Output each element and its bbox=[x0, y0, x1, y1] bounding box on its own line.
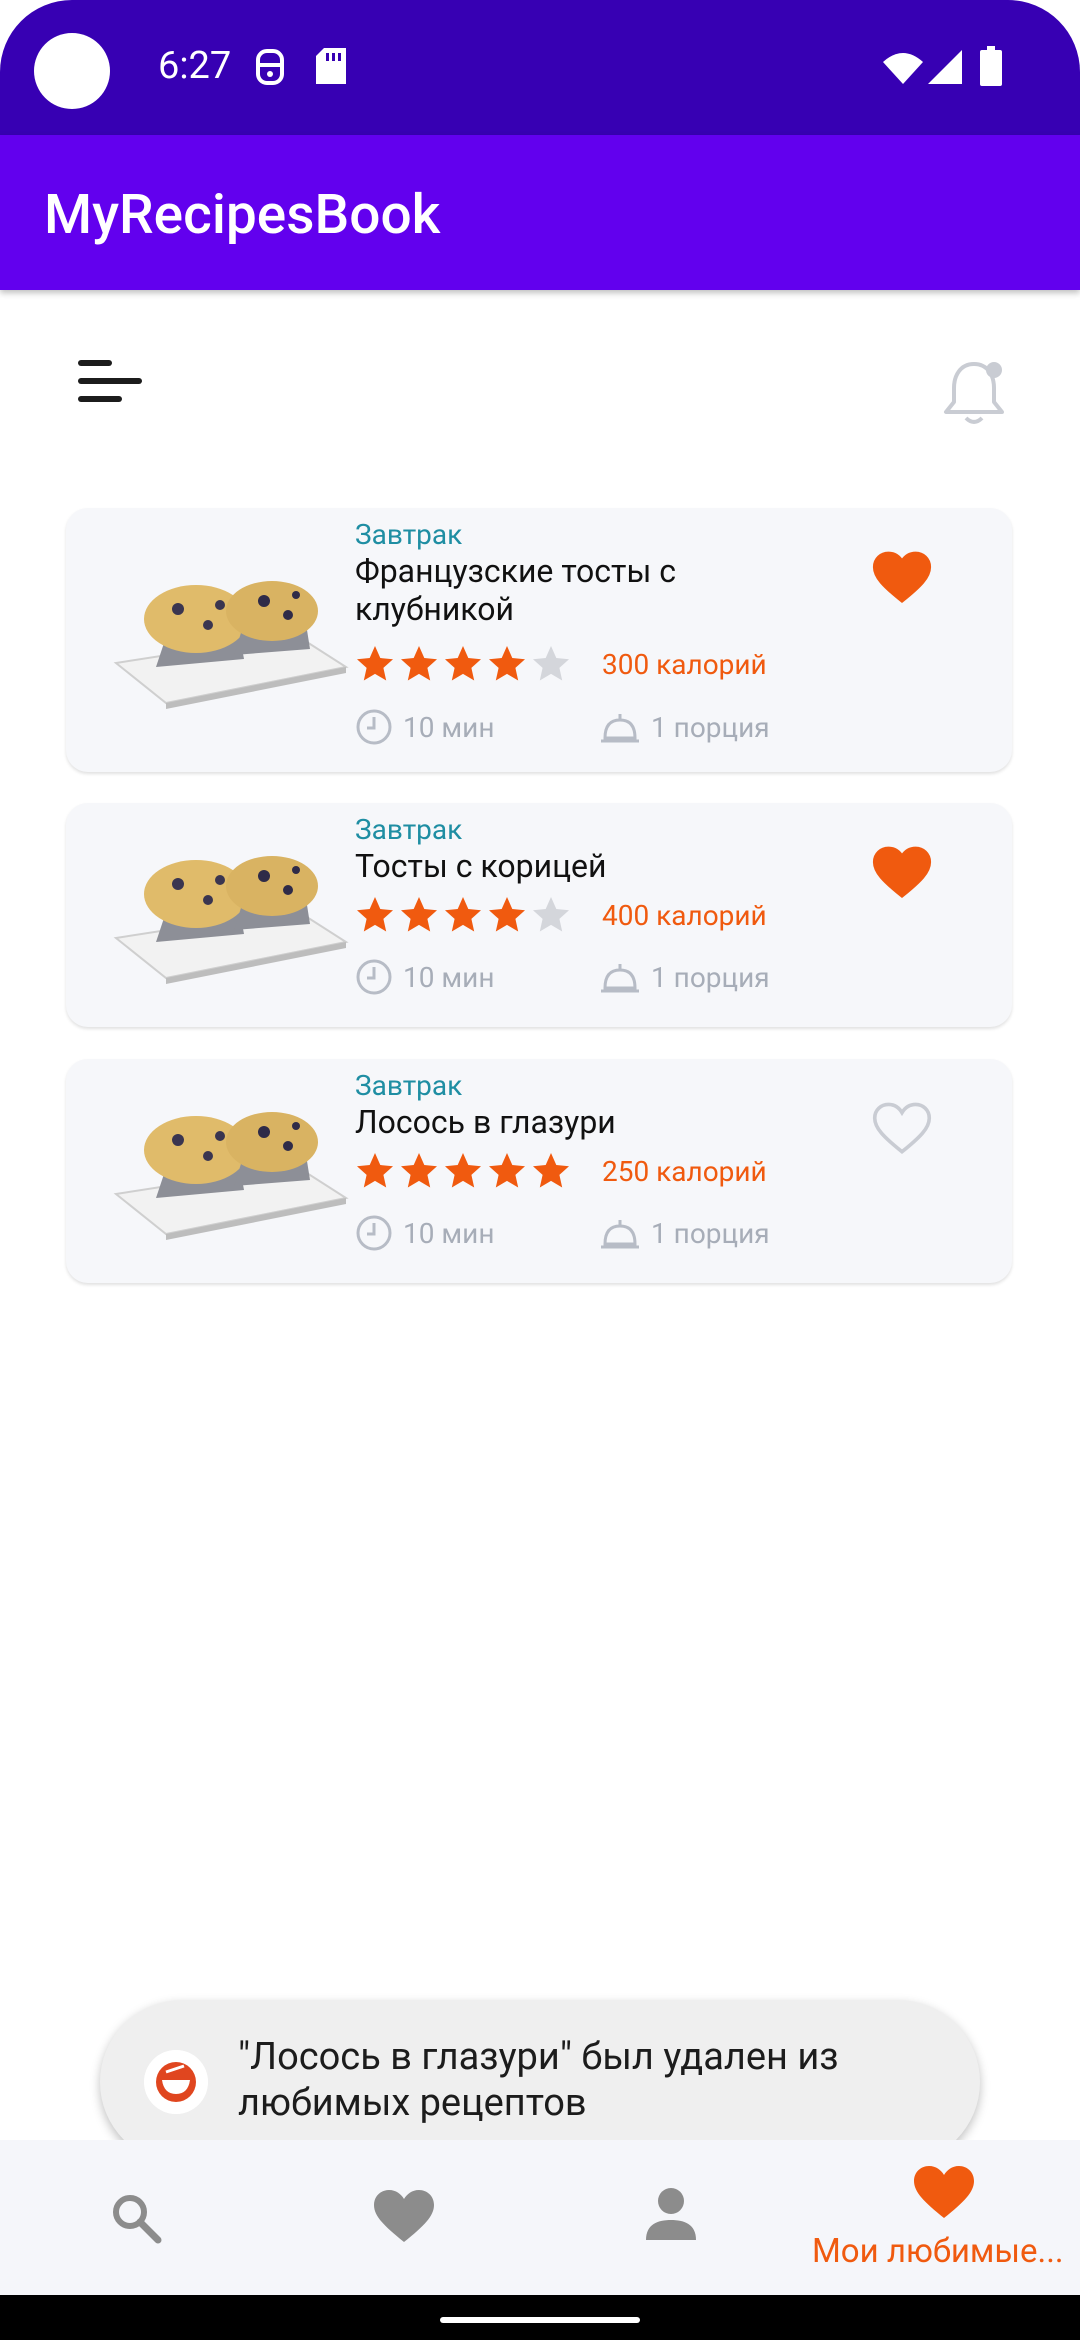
star-icon bbox=[357, 646, 393, 681]
notification-bell-icon[interactable] bbox=[938, 356, 1010, 428]
signal-icon bbox=[928, 50, 962, 84]
favorite-heart-icon[interactable] bbox=[872, 845, 932, 901]
rating-stars bbox=[355, 1151, 571, 1191]
recipe-image bbox=[113, 581, 349, 709]
heart-icon bbox=[374, 2190, 434, 2242]
favorite-heart-icon[interactable] bbox=[872, 550, 932, 606]
star-icon bbox=[401, 1153, 437, 1188]
recipe-calories: 250 калорий bbox=[602, 1155, 767, 1188]
star-icon bbox=[533, 1153, 569, 1188]
sd-card-icon bbox=[316, 48, 346, 84]
nav-label-my-favorites: Мои любимые... bbox=[812, 2232, 1064, 2271]
search-icon bbox=[113, 2195, 162, 2244]
recipe-card[interactable]: Завтрак Французские тосты с клубникой 300 … bbox=[66, 508, 1012, 772]
recipe-category: Завтрак bbox=[355, 1069, 463, 1102]
recipe-card[interactable]: Завтрак Тосты с корицей 400 калорий 10 мин… bbox=[66, 803, 1012, 1027]
star-icon bbox=[357, 1153, 393, 1188]
recipe-category: Завтрак bbox=[355, 813, 463, 846]
clock-icon bbox=[356, 959, 392, 995]
rating-stars bbox=[355, 895, 571, 935]
star-icon bbox=[445, 1153, 481, 1188]
snackbar-message: "Лосось в глазури" был удален из любимых… bbox=[238, 2035, 839, 2125]
recipe-card[interactable]: Завтрак Лосось в глазури 250 калорий 10 ми… bbox=[66, 1059, 1012, 1283]
status-bar: 6:27 bbox=[0, 0, 1080, 135]
star-icon bbox=[445, 646, 481, 681]
recipe-image bbox=[113, 856, 349, 984]
recipe-time-label: 10 мин bbox=[403, 710, 495, 744]
recipe-servings: 1 порция bbox=[599, 708, 770, 746]
recipe-time: 10 мин bbox=[355, 708, 495, 746]
star-icon bbox=[533, 897, 569, 932]
favorite-heart-icon[interactable] bbox=[872, 1101, 932, 1157]
home-indicator[interactable] bbox=[440, 2317, 640, 2323]
recipe-servings: 1 порция bbox=[599, 958, 770, 996]
recipe-calories: 400 калорий bbox=[602, 899, 767, 932]
gesture-bar bbox=[0, 2295, 1080, 2340]
nav-item-profile[interactable] bbox=[540, 2140, 810, 2295]
robot-face-icon bbox=[256, 49, 284, 85]
star-icon bbox=[533, 646, 569, 681]
recipe-image bbox=[113, 1112, 349, 1240]
battery-icon bbox=[980, 46, 1002, 86]
recipe-category: Завтрак bbox=[355, 518, 463, 551]
star-icon bbox=[489, 1153, 525, 1188]
clock-icon bbox=[356, 1215, 392, 1251]
star-icon bbox=[401, 646, 437, 681]
star-icon bbox=[401, 897, 437, 932]
recipe-time-label: 10 мин bbox=[403, 960, 495, 994]
star-icon bbox=[357, 897, 393, 932]
app-title: MyRecipesBook bbox=[44, 183, 441, 247]
star-icon bbox=[489, 897, 525, 932]
menu-icon[interactable] bbox=[74, 354, 146, 406]
recipe-servings-label: 1 порция bbox=[651, 1216, 770, 1250]
person-icon bbox=[646, 2188, 696, 2240]
bottom-navigation: Мои любимые... bbox=[0, 2140, 1080, 2295]
recipe-time-label: 10 мин bbox=[403, 1216, 495, 1250]
cloche-icon bbox=[601, 964, 639, 993]
recipe-time: 10 мин bbox=[355, 1214, 495, 1252]
recipe-title: Лосось в глазури bbox=[355, 1103, 616, 1141]
clock-icon bbox=[356, 709, 392, 745]
camera-cutout bbox=[34, 33, 110, 109]
wifi-icon bbox=[883, 53, 923, 84]
star-icon bbox=[445, 897, 481, 932]
recipe-title: Французские тосты с клубникой bbox=[355, 552, 676, 628]
heart-icon bbox=[914, 2166, 974, 2218]
status-time: 6:27 bbox=[158, 44, 232, 88]
nav-item-search[interactable] bbox=[0, 2140, 270, 2295]
cloche-icon bbox=[601, 714, 639, 743]
recipe-title: Тосты с корицей bbox=[355, 847, 607, 885]
cooking-bowl-icon bbox=[144, 2050, 208, 2114]
recipe-servings: 1 порция bbox=[599, 1214, 770, 1252]
cloche-icon bbox=[601, 1220, 639, 1249]
star-icon bbox=[489, 646, 525, 681]
app-bar: MyRecipesBook bbox=[0, 135, 1080, 290]
nav-item-favorites[interactable] bbox=[270, 2140, 540, 2295]
nav-item-my-favorites[interactable] bbox=[810, 2140, 1080, 2295]
recipe-time: 10 мин bbox=[355, 958, 495, 996]
rating-stars bbox=[355, 644, 571, 684]
recipe-servings-label: 1 порция bbox=[651, 960, 770, 994]
recipe-servings-label: 1 порция bbox=[651, 710, 770, 744]
recipe-calories: 300 калорий bbox=[602, 648, 767, 681]
